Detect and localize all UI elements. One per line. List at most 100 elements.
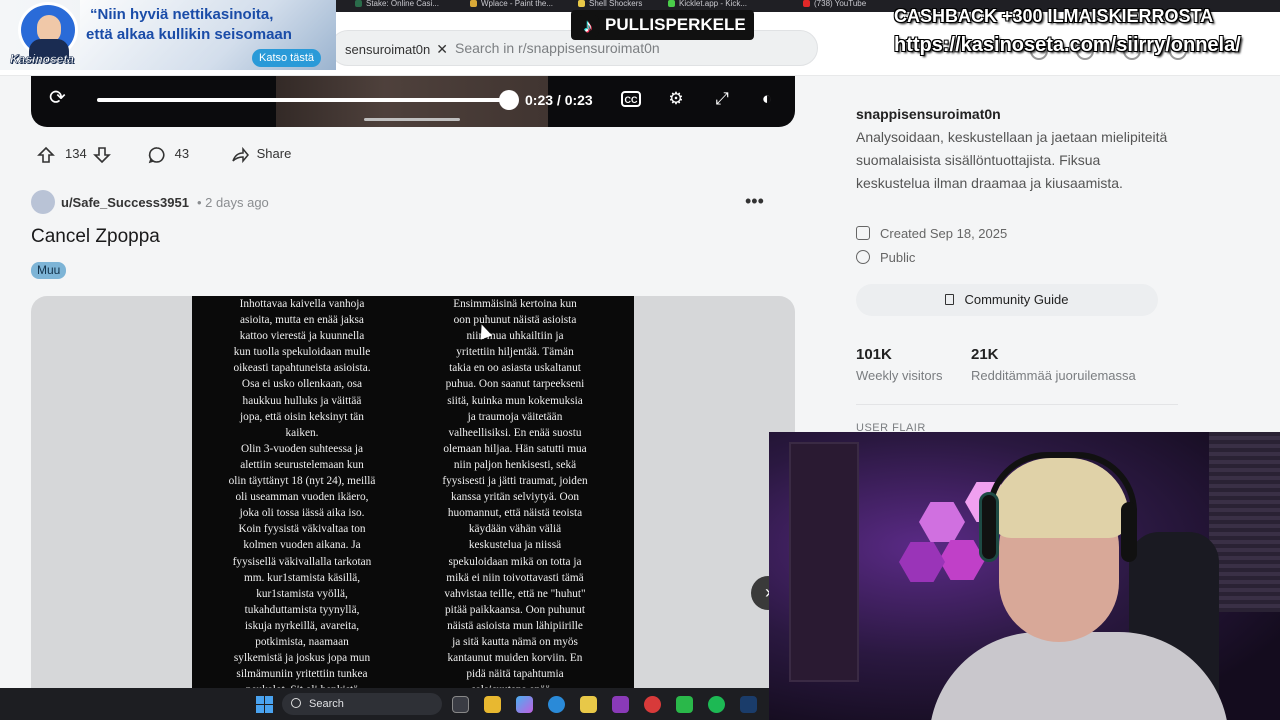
created-date: Created Sep 18, 2025: [856, 226, 1007, 241]
weekly-visitors-label: Weekly visitors: [856, 368, 943, 383]
cashback-banner: CASHBACK +300 ILMAISKIERROSTA: [894, 6, 1214, 26]
video-drag-handle: [364, 118, 460, 121]
author-avatar[interactable]: [31, 190, 55, 214]
text-line: näistä asioista mun lähipiirille: [447, 619, 583, 632]
text-line: oli useamman vuoden ikäero,: [235, 491, 369, 504]
text-line: kur1stamista vyöllä,: [256, 587, 348, 600]
share-icon: [232, 146, 249, 163]
search-icon: [291, 698, 301, 708]
downvote-button[interactable]: [93, 140, 111, 168]
text-line: sylkemistä ja joskus jopa mun: [233, 652, 371, 665]
text-line: huomannut, että näistä teoista: [447, 507, 583, 520]
text-line: kanssa yritän selviytyä. Oon: [450, 491, 579, 504]
text-line: pidä näitä tapahtumia: [466, 668, 564, 681]
post-author[interactable]: u/Safe_Success3951: [61, 190, 189, 216]
search-community-chip[interactable]: sensuroimat0n ✕: [337, 37, 456, 61]
replay-icon[interactable]: ⟳: [49, 88, 69, 108]
app-icon[interactable]: [612, 696, 629, 713]
favicon-icon: [470, 0, 477, 7]
ad-headline-2: että alkaa kullikin seisomaan: [86, 26, 292, 43]
text-line: puhua. Oon saanut tarpeekseni: [445, 378, 585, 391]
text-line: oikeasti tapahtuneista asioista.: [233, 362, 371, 375]
book-icon: [945, 294, 955, 305]
community-description: Analysoidaan, keskustellaan ja jaetaan m…: [856, 129, 1168, 191]
text-line: mm. kur1stamista käsillä,: [243, 571, 361, 584]
upvote-button[interactable]: [37, 140, 55, 168]
edge-icon[interactable]: [548, 696, 565, 713]
spotify-icon[interactable]: [708, 696, 725, 713]
text-line: iskuja nyrkeillä, avareita,: [244, 619, 360, 632]
notes-icon[interactable]: [580, 696, 597, 713]
chrome-icon[interactable]: [644, 696, 661, 713]
text-line: niin paljon henkisesti, sekä: [453, 458, 577, 471]
casino-ad-overlay[interactable]: Kasinoseta “Niin hyviä nettikasinoita, e…: [0, 0, 336, 70]
globe-icon: [856, 250, 870, 264]
post-media-gallery[interactable]: Inhottavaa kaivella vanhoja asioita, mutt…: [31, 296, 795, 696]
comment-icon: [148, 146, 165, 163]
text-line: fyysisellä väkivallalla tarkotan: [232, 555, 372, 568]
text-line: kattoo vierestä ja kuunnella: [239, 330, 365, 343]
browser-tab[interactable]: Wplace - Paint the...: [470, 0, 570, 12]
video-progress-bar[interactable]: [97, 98, 509, 102]
more-options-icon[interactable]: •••: [745, 190, 764, 212]
file-explorer-icon[interactable]: [484, 696, 501, 713]
webcam-door: [789, 442, 859, 682]
text-line: fyysisesti ja jätti traumat, joiden: [442, 475, 588, 488]
post-title[interactable]: Cancel Zpoppa: [31, 226, 160, 248]
video-player[interactable]: ⟳ 0:23 / 0:23 CC ⚙ ⤢ ◐: [31, 76, 795, 127]
ad-headline-1: “Niin hyviä nettikasinoita,: [90, 6, 274, 23]
windows-taskbar: Search: [0, 688, 769, 720]
text-line: valheellisiksi. En enää suostu: [448, 426, 582, 439]
community-guide-button[interactable]: Community Guide: [856, 284, 1158, 316]
windows-start-icon[interactable]: [256, 696, 273, 713]
text-line: Olin 3-vuoden suhteessa ja: [240, 442, 364, 455]
cake-icon: [856, 226, 870, 240]
text-line: spekuloidaan mikä on totta ja: [448, 555, 582, 568]
task-view-icon[interactable]: [452, 696, 469, 713]
copilot-icon[interactable]: [516, 696, 533, 713]
text-line: keskustelua ja niissä: [468, 539, 562, 552]
webcam-overlay: [769, 432, 1280, 720]
settings-gear-icon[interactable]: ⚙: [665, 88, 687, 110]
post-flair[interactable]: Muu: [31, 262, 67, 279]
text-image: Inhottavaa kaivella vanhoja asioita, mutt…: [192, 296, 634, 696]
text-line: yritettiin hiljentää. Tämän: [456, 346, 574, 359]
text-line: joka oli tossa iässä aika iso.: [239, 507, 365, 520]
browser-tab[interactable]: (738) YouTube: [803, 0, 893, 12]
favicon-icon: [355, 0, 362, 7]
weekly-visitors-count: 101K: [856, 346, 892, 363]
text-line: vahvistaa teille, että ne "huhut": [444, 587, 586, 600]
close-icon[interactable]: ✕: [436, 41, 448, 57]
favicon-icon: [578, 0, 585, 7]
text-line: Ensimmäisinä kertoina kun: [453, 298, 577, 310]
text-line: Inhottavaa kaivella vanhoja: [239, 298, 365, 310]
text-line: niin mua uhkailtiin ja: [466, 330, 564, 343]
taskbar-search[interactable]: Search: [282, 693, 442, 715]
community-name[interactable]: snappisensuroimat0n: [856, 106, 1001, 122]
comments-button[interactable]: 43: [147, 140, 189, 168]
volume-icon[interactable]: ◐: [756, 88, 778, 110]
community-sidebar: snappisensuroimat0n Analysoidaan, keskus…: [838, 90, 1180, 440]
youtube-icon: [803, 0, 810, 7]
kick-icon[interactable]: [676, 696, 693, 713]
captions-button[interactable]: CC: [621, 91, 641, 107]
video-scrubber-handle[interactable]: [499, 90, 519, 110]
text-line: takia en oo asiasta uskaltanut: [449, 362, 581, 375]
contributors-label: Redditämmää juoruilemassa: [971, 368, 1136, 383]
fullscreen-icon[interactable]: ⤢: [711, 88, 733, 110]
steam-icon[interactable]: [740, 696, 757, 713]
favicon-icon: [668, 0, 675, 7]
text-line: jopa, että oisin keksinyt tän: [240, 410, 364, 423]
browser-tab[interactable]: Stake: Online Casi...: [355, 0, 455, 12]
text-line: olin täyttänyt 18 (nyt 24), meillä: [228, 475, 376, 488]
text-line: haukkuu hulluks ja väittää: [242, 394, 362, 407]
share-button[interactable]: Share: [231, 140, 291, 168]
text-line: potkimista, naamaan: [255, 635, 349, 648]
text-line: Osa ei usko ollenkaan, osa: [241, 378, 363, 391]
post-age: • 2 days ago: [197, 195, 269, 210]
ad-cta-button[interactable]: Katso tästä: [252, 49, 322, 67]
visibility: Public: [856, 250, 915, 265]
downvote-icon: [93, 146, 111, 163]
cashback-url: https://kasinoseta.com/siirry/onnela/: [894, 34, 1241, 56]
ad-brand: Kasinoseta: [10, 52, 75, 67]
